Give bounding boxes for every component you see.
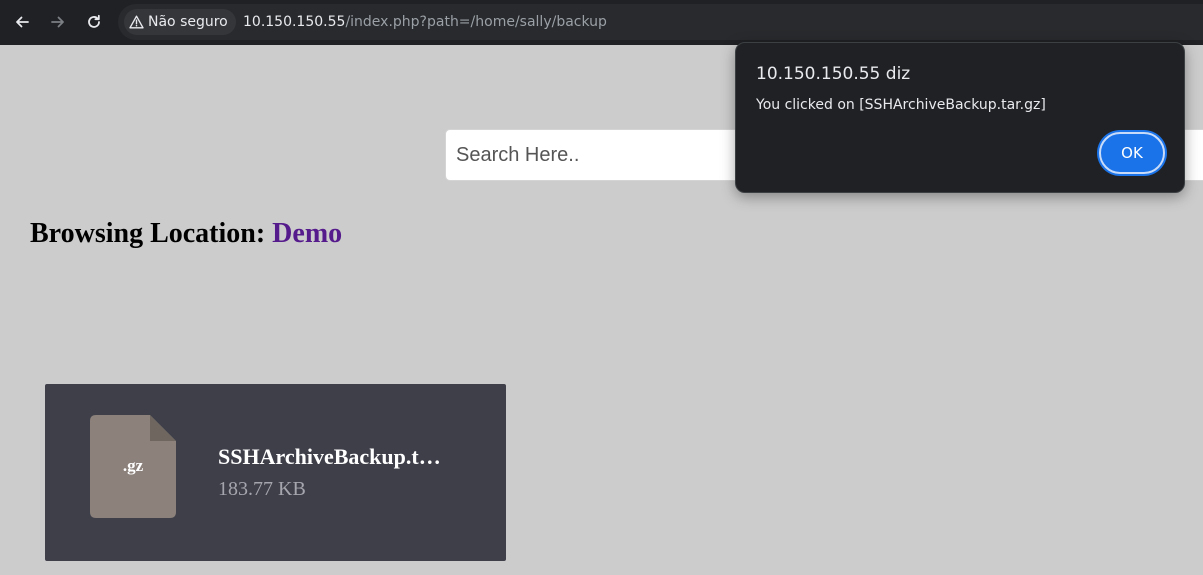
file-card[interactable]: .gz SSHArchiveBackup.tar.gz 183.77 KB <box>45 384 506 561</box>
back-button[interactable] <box>9 9 35 35</box>
file-name[interactable]: SSHArchiveBackup.tar.gz <box>218 444 443 470</box>
browser-toolbar: Não seguro 10.150.150.55/index.php?path=… <box>0 0 1203 45</box>
url-host: 10.150.150.55 <box>243 14 346 30</box>
address-bar[interactable]: Não seguro 10.150.150.55/index.php?path=… <box>118 4 1203 40</box>
url-path: /index.php?path=/home/sally/backup <box>345 14 607 30</box>
file-icon: .gz <box>90 415 176 518</box>
ok-button[interactable]: OK <box>1099 132 1165 174</box>
security-label: Não seguro <box>148 14 228 30</box>
alert-title: 10.150.150.55 diz <box>756 64 911 84</box>
reload-icon <box>88 14 100 28</box>
url-text[interactable]: 10.150.150.55/index.php?path=/home/sally… <box>243 14 607 30</box>
reload-button[interactable] <box>81 9 107 35</box>
alert-message: You clicked on [SSHArchiveBackup.tar.gz] <box>756 97 1046 113</box>
security-indicator[interactable]: Não seguro <box>124 9 236 35</box>
arrow-right-icon <box>51 16 64 28</box>
page-title: Browsing Location: Demo <box>30 218 342 250</box>
file-extension: .gz <box>122 456 144 475</box>
location-link[interactable]: Demo <box>272 218 342 249</box>
alert-dialog: 10.150.150.55 diz You clicked on [SSHArc… <box>735 42 1185 193</box>
page-title-prefix: Browsing Location: <box>30 218 273 249</box>
arrow-left-icon <box>16 16 29 28</box>
forward-button[interactable] <box>45 9 71 35</box>
warning-triangle-icon <box>129 15 144 29</box>
file-size: 183.77 KB <box>218 478 306 500</box>
